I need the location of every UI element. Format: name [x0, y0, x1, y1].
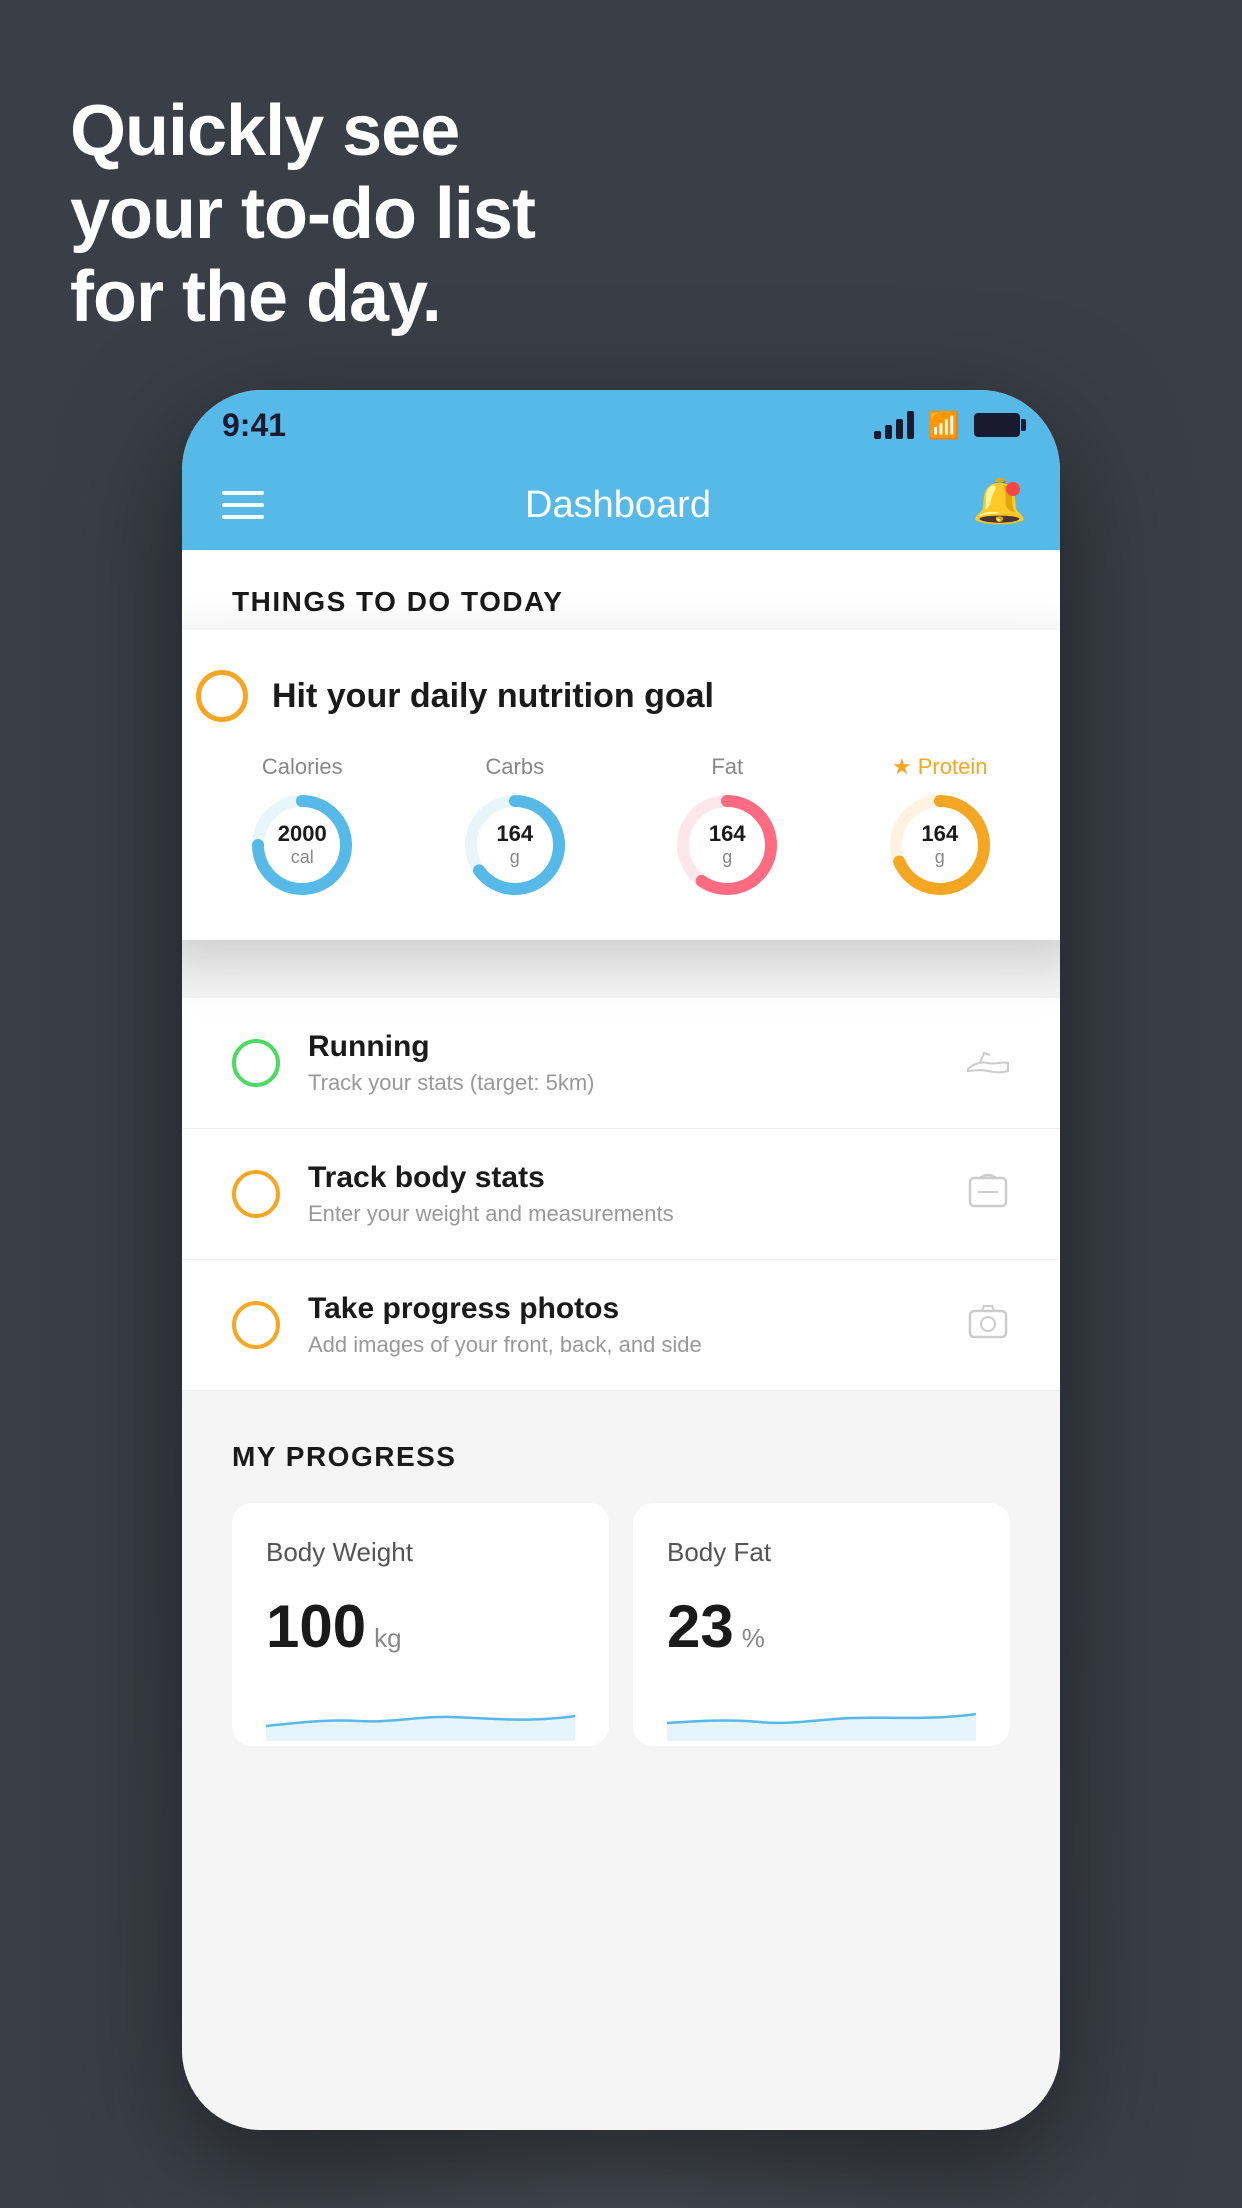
body-weight-label: Body Weight	[266, 1537, 575, 1568]
body-stats-subtitle: Enter your weight and measurements	[308, 1201, 938, 1227]
body-weight-number: 100	[266, 1592, 366, 1661]
calories-donut: 2000 cal	[247, 790, 357, 900]
nutrition-protein: ★ Protein 164 g	[885, 754, 995, 900]
calories-value: 2000	[278, 821, 327, 847]
nutrition-card-title: Hit your daily nutrition goal	[272, 677, 714, 716]
protein-donut: 164 g	[885, 790, 995, 900]
body-fat-number: 23	[667, 1592, 734, 1661]
body-fat-unit: %	[742, 1623, 765, 1654]
carbs-unit: g	[496, 847, 533, 869]
todo-body-stats[interactable]: Track body stats Enter your weight and m…	[182, 1129, 1060, 1260]
body-stats-title: Track body stats	[308, 1161, 938, 1195]
protein-value: 164	[921, 821, 958, 847]
progress-cards: Body Weight 100 kg Body Fat 23 %	[232, 1503, 1010, 1746]
protein-label: ★ Protein	[892, 754, 987, 780]
todo-progress-photos[interactable]: Take progress photos Add images of your …	[182, 1260, 1060, 1391]
body-weight-unit: kg	[374, 1623, 401, 1654]
things-to-do-header: THINGS TO DO TODAY	[182, 550, 1060, 638]
status-time: 9:41	[222, 407, 286, 444]
nav-title: Dashboard	[525, 484, 711, 527]
body-fat-value-row: 23 %	[667, 1592, 976, 1661]
notification-button[interactable]: 🔔	[972, 480, 1020, 530]
body-fat-label: Body Fat	[667, 1537, 976, 1568]
nutrition-calories: Calories 2000 cal	[247, 754, 357, 900]
carbs-value: 164	[496, 821, 533, 847]
signal-icon	[874, 411, 914, 439]
battery-icon	[974, 413, 1020, 437]
hero-line2: your to-do list	[70, 173, 535, 256]
menu-button[interactable]	[222, 491, 264, 519]
scale-icon	[966, 1170, 1010, 1219]
calories-unit: cal	[278, 847, 327, 869]
running-check[interactable]	[232, 1039, 280, 1087]
progress-photos-text: Take progress photos Add images of your …	[308, 1292, 938, 1358]
fat-donut: 164 g	[672, 790, 782, 900]
photo-icon	[966, 1301, 1010, 1350]
nav-bar: Dashboard 🔔	[182, 460, 1060, 550]
progress-photos-check[interactable]	[232, 1301, 280, 1349]
running-subtitle: Track your stats (target: 5km)	[308, 1070, 938, 1096]
fat-value: 164	[709, 821, 746, 847]
fat-label: Fat	[711, 754, 743, 780]
section-title: THINGS TO DO TODAY	[232, 586, 563, 617]
carbs-label: Carbs	[485, 754, 544, 780]
carbs-donut: 164 g	[460, 790, 570, 900]
nutrition-card: Hit your daily nutrition goal Calories 2…	[182, 630, 1060, 940]
running-title: Running	[308, 1030, 938, 1064]
hero-line1: Quickly see	[70, 90, 535, 173]
status-icons: 📶	[874, 410, 1020, 441]
progress-photos-title: Take progress photos	[308, 1292, 938, 1326]
body-stats-text: Track body stats Enter your weight and m…	[308, 1161, 938, 1227]
body-weight-card[interactable]: Body Weight 100 kg	[232, 1503, 609, 1746]
body-fat-sparkline	[667, 1681, 976, 1741]
hero-line3: for the day.	[70, 256, 535, 339]
protein-unit: g	[921, 847, 958, 869]
calories-label: Calories	[262, 754, 343, 780]
body-weight-value-row: 100 kg	[266, 1592, 575, 1661]
nutrition-carbs: Carbs 164 g	[460, 754, 570, 900]
star-icon: ★	[892, 754, 912, 780]
body-fat-card[interactable]: Body Fat 23 %	[633, 1503, 1010, 1746]
running-icon	[966, 1041, 1010, 1086]
body-stats-check[interactable]	[232, 1170, 280, 1218]
progress-photos-subtitle: Add images of your front, back, and side	[308, 1332, 938, 1358]
phone-frame: 9:41 📶 Dashboard 🔔 THINGS TO DO TODAY	[182, 390, 1060, 2130]
progress-section: MY PROGRESS Body Weight 100 kg Body Fat	[182, 1391, 1060, 1746]
status-bar: 9:41 📶	[182, 390, 1060, 460]
nutrition-check-circle[interactable]	[196, 670, 248, 722]
running-text: Running Track your stats (target: 5km)	[308, 1030, 938, 1096]
todo-running[interactable]: Running Track your stats (target: 5km)	[182, 998, 1060, 1129]
wifi-icon: 📶	[928, 410, 960, 441]
fat-unit: g	[709, 847, 746, 869]
todo-list: Running Track your stats (target: 5km) T…	[182, 998, 1060, 1391]
phone-content: THINGS TO DO TODAY Hit your daily nutrit…	[182, 550, 1060, 2130]
nutrition-row: Calories 2000 cal Carbs	[196, 754, 1046, 900]
progress-title: MY PROGRESS	[232, 1441, 1010, 1473]
body-weight-sparkline	[266, 1681, 575, 1741]
hero-text: Quickly see your to-do list for the day.	[70, 90, 535, 338]
notification-badge	[1006, 482, 1020, 496]
nutrition-fat: Fat 164 g	[672, 754, 782, 900]
card-header: Hit your daily nutrition goal	[196, 670, 1046, 722]
